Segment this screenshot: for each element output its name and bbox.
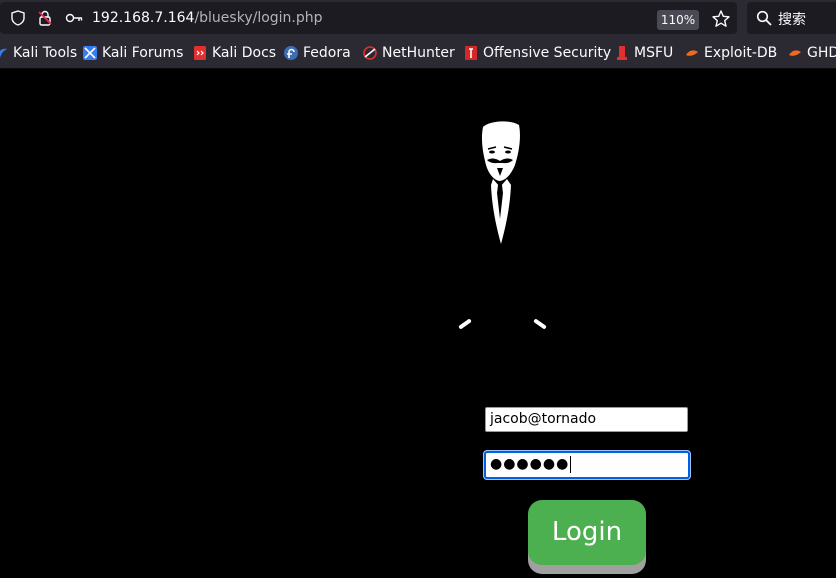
anonymous-mask-image <box>481 121 520 244</box>
browser-toolbar: 192.168.7.164/bluesky/login.php 110% 搜索 <box>0 0 836 37</box>
search-icon <box>756 10 772 26</box>
exploitdb-icon <box>686 50 698 56</box>
msfu-icon <box>617 46 627 60</box>
login-button[interactable]: Login <box>528 500 646 565</box>
kali-forums-icon <box>83 46 97 60</box>
bookmark-kali-forums[interactable]: Kali Forums <box>83 37 183 69</box>
text-caret <box>570 455 572 473</box>
bookmark-exploit-db[interactable]: Exploit-DB <box>685 37 777 69</box>
bookmark-star-icon[interactable] <box>711 9 731 29</box>
bookmark-label: Fedora <box>303 45 351 61</box>
ghdb-icon <box>789 50 801 56</box>
fedora-icon <box>284 46 298 60</box>
url-bar[interactable]: 192.168.7.164/bluesky/login.php 110% <box>0 2 737 34</box>
shield-icon[interactable] <box>10 10 26 26</box>
bookmark-ghdb[interactable]: GHDB <box>788 37 836 69</box>
zoom-level-badge[interactable]: 110% <box>657 10 699 30</box>
bookmark-offensive-security[interactable]: Offensive Security <box>464 37 611 69</box>
url-text[interactable]: 192.168.7.164/bluesky/login.php <box>92 10 323 26</box>
offsec-icon <box>465 46 477 60</box>
bookmark-label: GHDB <box>807 45 836 61</box>
insecure-lock-icon[interactable] <box>37 10 53 26</box>
bookmark-label: MSFU <box>634 45 674 61</box>
search-box[interactable]: 搜索 <box>747 2 836 34</box>
email-value: jacob@tornado <box>490 411 597 427</box>
loader-tick-right <box>533 318 547 330</box>
password-field[interactable]: ●●●●●● <box>484 451 690 479</box>
email-field[interactable]: jacob@tornado <box>485 407 688 432</box>
bookmark-label: Exploit-DB <box>704 45 778 61</box>
bookmarks-bar: Kali Tools Kali Forums Kali Docs Fedora … <box>0 37 836 69</box>
password-value: ●●●●●● <box>490 456 570 472</box>
url-host: 192.168.7.164 <box>92 10 195 26</box>
bookmark-label: NetHunter <box>382 45 455 61</box>
bookmark-label: Kali Docs <box>212 45 277 61</box>
key-icon[interactable] <box>65 10 83 26</box>
login-page: jacob@tornado ●●●●●● Login <box>0 69 836 578</box>
kali-icon <box>0 48 7 58</box>
kali-docs-icon <box>194 46 206 60</box>
bookmark-kali-docs[interactable]: Kali Docs <box>193 37 276 69</box>
bookmark-label: Kali Forums <box>102 45 184 61</box>
bookmark-msfu[interactable]: MSFU <box>615 37 673 69</box>
bookmark-fedora[interactable]: Fedora <box>284 37 351 69</box>
bookmark-kali-tools[interactable]: Kali Tools <box>0 37 77 69</box>
search-placeholder: 搜索 <box>778 12 806 28</box>
bookmark-label: Kali Tools <box>13 45 78 61</box>
url-path: /bluesky/login.php <box>194 10 323 26</box>
bookmark-nethunter[interactable]: NetHunter <box>363 37 455 69</box>
bookmark-label: Offensive Security <box>483 45 612 61</box>
nethunter-icon <box>363 46 377 60</box>
loader-tick-left <box>458 318 472 330</box>
